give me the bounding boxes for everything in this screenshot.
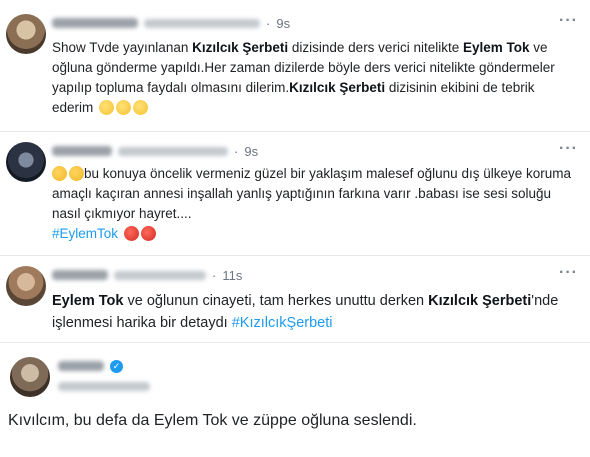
tweet-header: · 9s xyxy=(52,142,258,160)
author-name-redacted[interactable] xyxy=(52,270,108,280)
clapping-hands-icon xyxy=(99,100,115,115)
author-name-redacted[interactable] xyxy=(58,361,104,371)
clapping-hands-icon xyxy=(116,100,132,115)
author-handle-redacted[interactable] xyxy=(144,18,260,28)
separator-dot: · xyxy=(266,15,271,31)
avatar[interactable] xyxy=(6,14,46,54)
tweet-header: · 11s xyxy=(52,266,242,284)
tweet-1[interactable]: · 9s ··· Show Tvde yayınlanan Kızılcık Ş… xyxy=(0,0,590,131)
tweet-handle-row xyxy=(58,377,150,395)
avatar[interactable] xyxy=(6,266,46,306)
tweet-time[interactable]: 9s xyxy=(244,144,258,159)
tweet-time[interactable]: 9s xyxy=(276,16,290,31)
tweet-header: ✓ xyxy=(58,357,123,375)
tweet-text: bu konuya öncelik vermeniz güzel bir yak… xyxy=(52,166,571,241)
hashtag-link[interactable]: #KızılcıkŞerbeti xyxy=(232,315,333,331)
hashtag-link[interactable]: #EylemTok xyxy=(52,226,118,241)
sad-face-icon xyxy=(69,166,84,181)
verified-badge-icon: ✓ xyxy=(110,359,123,373)
angry-face-icon xyxy=(140,226,156,241)
author-handle-redacted[interactable] xyxy=(114,270,206,280)
author-handle-redacted[interactable] xyxy=(118,146,228,156)
avatar[interactable] xyxy=(6,142,46,182)
author-name-redacted[interactable] xyxy=(52,18,138,28)
tweet-text: Eylem Tok ve oğlunun cinayeti, tam herke… xyxy=(52,293,559,331)
tweet-time[interactable]: 11s xyxy=(222,268,242,283)
separator-dot: · xyxy=(234,143,239,159)
author-handle-redacted[interactable] xyxy=(58,381,150,391)
tweet-3[interactable]: · 11s ··· Eylem Tok ve oğlunun cinayeti,… xyxy=(0,256,590,342)
tweet-2[interactable]: · 9s ··· bu konuya öncelik vermeniz güze… xyxy=(0,132,590,255)
more-options-icon[interactable]: ··· xyxy=(559,264,578,282)
avatar[interactable] xyxy=(10,357,50,397)
tweet-text: Show Tvde yayınlanan Kızılcık Şerbeti di… xyxy=(52,40,555,115)
tweet-header: · 9s xyxy=(52,14,290,32)
tweet-4[interactable]: ✓ xyxy=(0,343,590,457)
clapping-hands-icon xyxy=(133,100,149,115)
angry-face-icon xyxy=(123,226,139,241)
separator-dot: · xyxy=(212,267,217,283)
more-options-icon[interactable]: ··· xyxy=(559,140,578,158)
sad-face-icon xyxy=(52,166,67,181)
more-options-icon[interactable]: ··· xyxy=(559,12,578,30)
caption-text: Kıvılcım, bu defa da Eylem Tok ve züppe … xyxy=(8,412,417,429)
author-name-redacted[interactable] xyxy=(52,146,112,156)
